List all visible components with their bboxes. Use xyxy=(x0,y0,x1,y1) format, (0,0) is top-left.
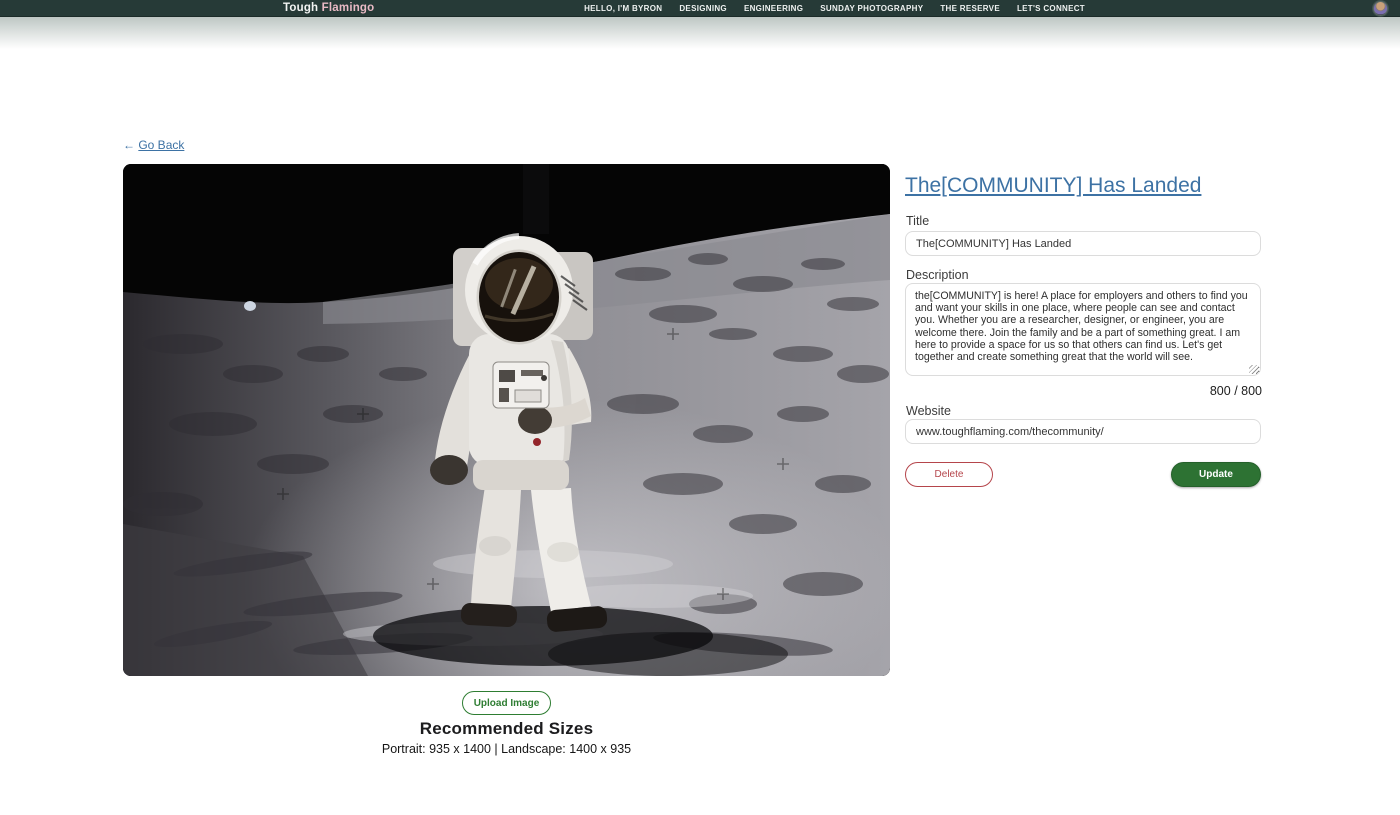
recommended-sizes-text: Portrait: 935 x 1400 | Landscape: 1400 x… xyxy=(123,742,890,756)
char-counter: 800 / 800 xyxy=(1210,384,1262,398)
description-label: Description xyxy=(906,268,969,282)
nav-item-the-reserve[interactable]: THE RESERVE xyxy=(940,4,1000,13)
brand-logo[interactable]: Tough Flamingo xyxy=(283,0,374,17)
upload-image-button[interactable]: Upload Image xyxy=(462,691,551,715)
delete-button[interactable]: Delete xyxy=(905,462,993,487)
form-actions: Delete Update xyxy=(905,462,1261,487)
brand-primary: Tough xyxy=(283,2,322,14)
nav-item-sunday-photography[interactable]: SUNDAY PHOTOGRAPHY xyxy=(820,4,923,13)
website-label: Website xyxy=(906,404,951,418)
nav-item-lets-connect[interactable]: LET'S CONNECT xyxy=(1017,4,1085,13)
recommended-sizes-title: Recommended Sizes xyxy=(123,719,890,739)
website-input[interactable] xyxy=(905,419,1261,444)
page: Tough Flamingo HELLO, I'M BYRON DESIGNIN… xyxy=(0,0,1400,815)
community-title-link[interactable]: The[COMMUNITY] Has Landed xyxy=(905,174,1201,198)
brand-secondary: Flamingo xyxy=(322,2,375,14)
title-label: Title xyxy=(906,214,929,228)
nav-item-hello[interactable]: HELLO, I'M BYRON xyxy=(584,4,662,13)
primary-nav: HELLO, I'M BYRON DESIGNING ENGINEERING S… xyxy=(584,0,1085,17)
nav-item-designing[interactable]: DESIGNING xyxy=(679,4,727,13)
nav-item-engineering[interactable]: ENGINEERING xyxy=(744,4,803,13)
description-textarea[interactable]: the[COMMUNITY] is here! A place for empl… xyxy=(905,283,1261,376)
moon-scene xyxy=(123,164,890,676)
title-input[interactable] xyxy=(905,231,1261,256)
edit-form: The[COMMUNITY] Has Landed Title Descript… xyxy=(905,0,1262,815)
lens-flare-dot xyxy=(244,301,256,311)
go-back-link[interactable]: ← Go Back xyxy=(123,138,184,152)
astronaut-on-moon-image xyxy=(123,164,890,676)
back-arrow-icon: ← xyxy=(123,138,135,152)
textarea-resize-handle[interactable] xyxy=(1249,365,1258,374)
go-back-label: Go Back xyxy=(138,138,184,152)
update-button[interactable]: Update xyxy=(1171,462,1261,487)
user-avatar[interactable] xyxy=(1373,1,1388,16)
top-nav-bar: Tough Flamingo HELLO, I'M BYRON DESIGNIN… xyxy=(0,0,1400,17)
